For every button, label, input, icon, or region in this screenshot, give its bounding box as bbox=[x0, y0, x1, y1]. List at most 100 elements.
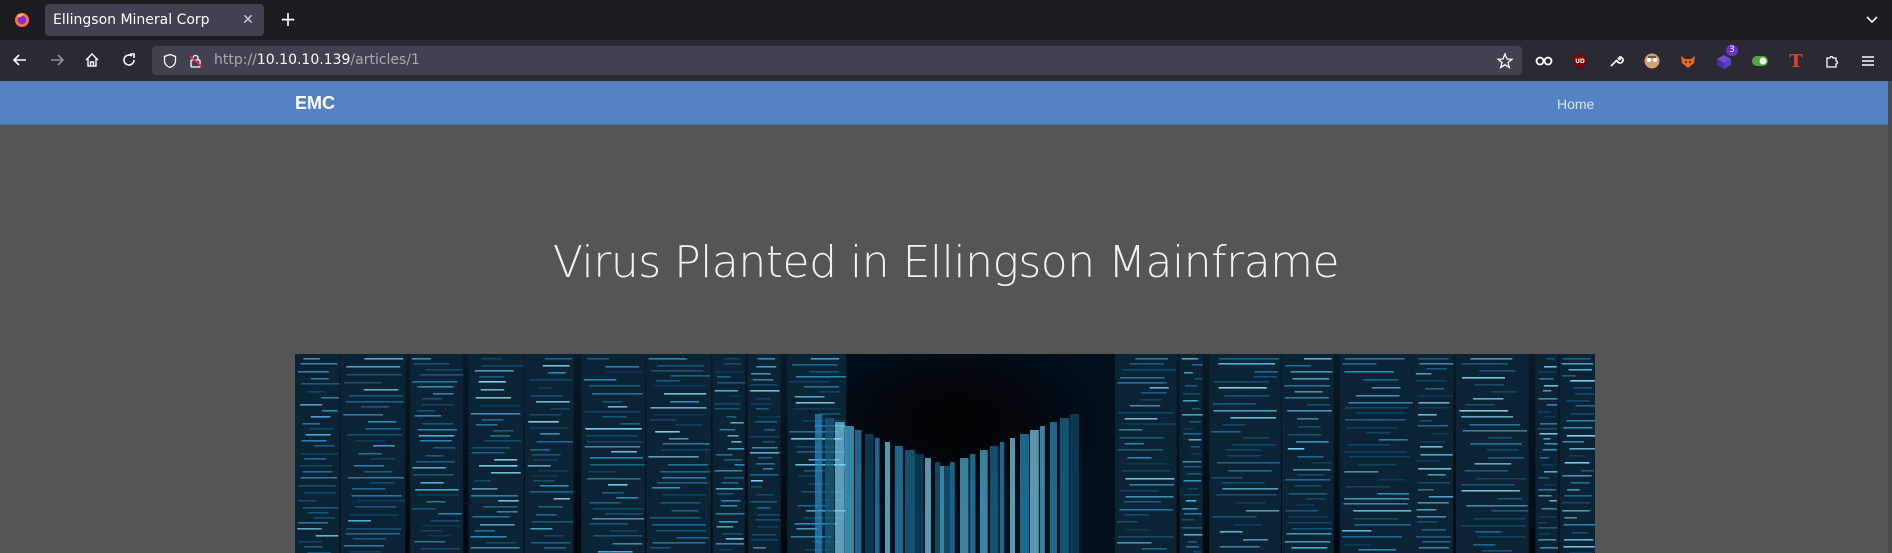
tower-light bbox=[1285, 479, 1331, 481]
tower-light bbox=[1487, 457, 1524, 459]
tower-light bbox=[1119, 437, 1164, 439]
tower-light bbox=[544, 358, 573, 360]
tower-light bbox=[1288, 516, 1329, 518]
tower-light bbox=[668, 438, 689, 440]
tower-light bbox=[527, 465, 551, 467]
text-t-icon[interactable]: T bbox=[1784, 49, 1808, 73]
tower-light bbox=[1362, 379, 1399, 381]
tower-light bbox=[1305, 498, 1326, 500]
forward-button[interactable] bbox=[45, 48, 69, 72]
tower-light bbox=[1135, 358, 1169, 360]
url-scheme: http:// bbox=[214, 52, 257, 68]
tower-light bbox=[473, 480, 491, 482]
tab-ellingson[interactable]: Ellingson Mineral Corp ✕ bbox=[45, 4, 264, 36]
tower-light bbox=[364, 358, 404, 360]
tower-shape bbox=[1455, 354, 1529, 553]
tower-light bbox=[1544, 443, 1558, 445]
tower-shape bbox=[410, 354, 464, 553]
tower-light bbox=[1284, 541, 1331, 543]
ublock-icon[interactable]: UD bbox=[1568, 49, 1592, 73]
tower-light bbox=[1543, 385, 1559, 387]
tower-light bbox=[1570, 413, 1595, 415]
tower-light bbox=[347, 434, 402, 436]
tower-light bbox=[716, 382, 745, 384]
tower-light bbox=[1187, 541, 1198, 543]
tower-light bbox=[1125, 529, 1149, 531]
tower-light bbox=[414, 415, 441, 417]
tower-light bbox=[1537, 489, 1557, 491]
tower-light bbox=[649, 517, 701, 519]
face-extension-icon[interactable] bbox=[1640, 49, 1664, 73]
tower-light bbox=[584, 411, 641, 413]
tower-light bbox=[589, 385, 641, 387]
tower-light bbox=[1218, 363, 1276, 365]
bookmark-star-icon[interactable] bbox=[1496, 52, 1514, 70]
tower-light bbox=[753, 547, 766, 549]
tower-light bbox=[1235, 502, 1266, 504]
tower-light bbox=[1212, 403, 1257, 405]
nav-home-link[interactable]: Home bbox=[1557, 96, 1594, 112]
puzzle-icon[interactable] bbox=[1820, 49, 1844, 73]
url-text[interactable]: http://10.10.10.139/articles/1 bbox=[214, 52, 420, 68]
close-tab-icon[interactable]: ✕ bbox=[240, 12, 256, 28]
tower-light bbox=[729, 395, 741, 397]
tower-light bbox=[611, 451, 637, 453]
tower-light bbox=[1479, 370, 1516, 372]
cube-extension-icon[interactable]: 3 bbox=[1712, 45, 1738, 73]
cube-extension-badge: 3 bbox=[1726, 45, 1738, 56]
tower-light bbox=[1285, 365, 1312, 367]
tower-light bbox=[1149, 387, 1169, 389]
reload-button[interactable] bbox=[117, 48, 141, 72]
back-button[interactable] bbox=[8, 48, 32, 72]
wrench-icon[interactable] bbox=[1604, 49, 1628, 73]
tower-light bbox=[604, 513, 643, 515]
tower-light bbox=[1185, 500, 1197, 502]
home-button[interactable] bbox=[80, 48, 104, 72]
tower-light bbox=[809, 371, 840, 373]
tower-light bbox=[1294, 391, 1323, 393]
list-all-tabs-button[interactable] bbox=[1860, 8, 1884, 32]
tower-light bbox=[801, 420, 845, 422]
hamburger-menu-icon[interactable] bbox=[1856, 49, 1880, 73]
toggle-extension-icon[interactable] bbox=[1748, 49, 1772, 73]
incognito-mask-icon[interactable] bbox=[1532, 49, 1556, 73]
tower-shape bbox=[1209, 354, 1281, 553]
tower-light bbox=[1563, 524, 1595, 526]
tower-light bbox=[361, 406, 389, 408]
tower-light bbox=[344, 382, 382, 384]
tower-light bbox=[663, 393, 707, 395]
page-scrollbar[interactable] bbox=[1888, 81, 1892, 553]
new-tab-button[interactable]: + bbox=[276, 8, 300, 32]
insecure-lock-icon[interactable] bbox=[188, 53, 204, 69]
tower-light bbox=[299, 465, 333, 467]
tower-light bbox=[365, 428, 401, 430]
tower-light bbox=[1420, 454, 1453, 456]
site-brand-link[interactable]: EMC bbox=[295, 93, 335, 114]
tower-light bbox=[1474, 384, 1505, 386]
tower-light bbox=[750, 474, 779, 476]
distant-tower-shape bbox=[1000, 442, 1005, 553]
tower-light bbox=[322, 410, 338, 412]
tower-light bbox=[472, 447, 511, 449]
page-content: Virus Planted in Ellingson Mainframe bbox=[0, 125, 1892, 553]
shield-icon[interactable] bbox=[162, 53, 178, 69]
tower-light bbox=[650, 419, 677, 421]
tower-light bbox=[1418, 468, 1452, 470]
tower-light bbox=[370, 458, 395, 460]
tower-light bbox=[714, 470, 743, 472]
tower-light bbox=[1124, 443, 1144, 445]
tower-light bbox=[305, 434, 331, 436]
address-bar[interactable]: http://10.10.10.139/articles/1 bbox=[152, 46, 1522, 75]
tower-light bbox=[475, 424, 498, 426]
tower-light bbox=[480, 389, 505, 391]
tower-light bbox=[415, 489, 459, 491]
tower-light bbox=[1119, 509, 1173, 511]
tower-light bbox=[606, 371, 643, 373]
tower-light bbox=[1570, 482, 1591, 484]
fox-extension-icon[interactable] bbox=[1676, 49, 1700, 73]
tower-light bbox=[1543, 438, 1551, 440]
tower-light bbox=[1570, 380, 1595, 382]
tower-light bbox=[1478, 536, 1526, 538]
firefox-logo-icon[interactable] bbox=[0, 0, 44, 40]
tower-light bbox=[1538, 516, 1557, 518]
